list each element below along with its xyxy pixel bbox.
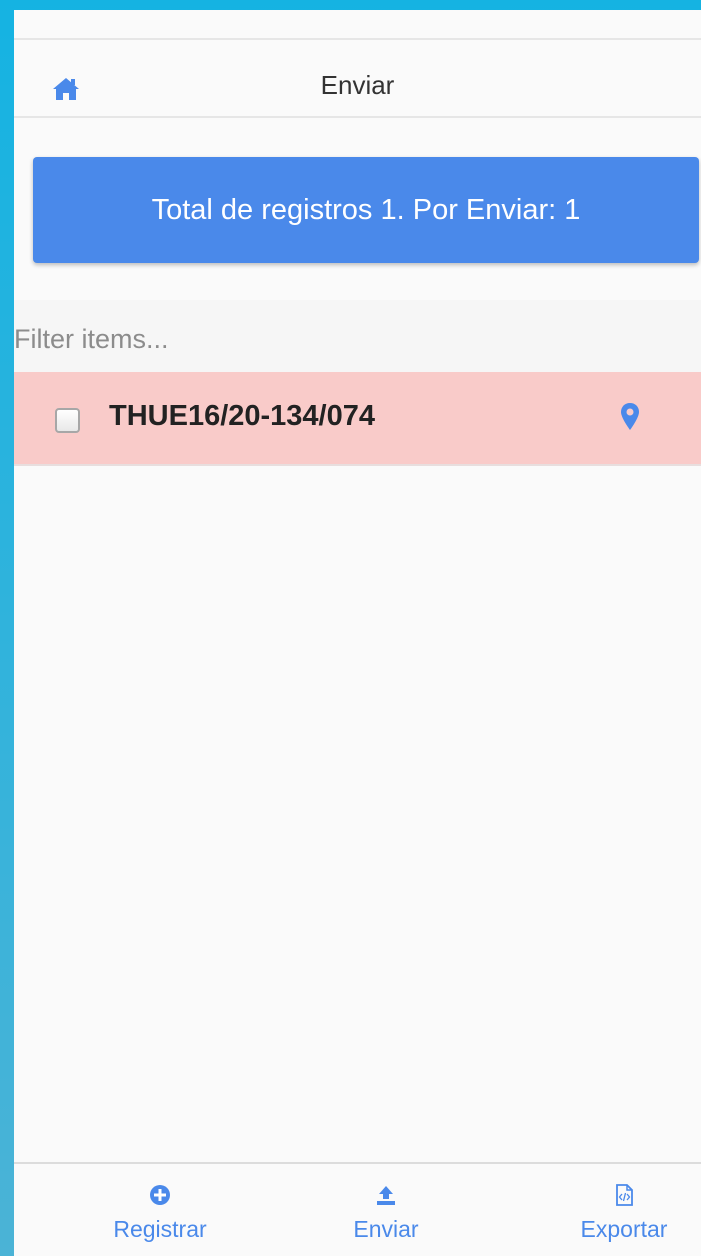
- tab-label: Enviar: [353, 1216, 419, 1242]
- tab-registrar[interactable]: Registrar: [100, 1164, 220, 1256]
- summary-text: Total de registros 1. Por Enviar: 1: [151, 193, 581, 226]
- tab-label: Exportar: [580, 1216, 668, 1242]
- item-label: THUE16/20-134/074: [109, 400, 375, 432]
- app-screen: Enviar Total de registros 1. Por Enviar:…: [14, 10, 701, 1256]
- bottom-tab-bar: Registrar Enviar Exportar: [14, 1162, 701, 1256]
- tab-exportar[interactable]: Exportar: [562, 1164, 686, 1256]
- tab-label: Registrar: [113, 1216, 207, 1242]
- filter-bar: [14, 300, 701, 372]
- item-checkbox[interactable]: [55, 408, 80, 433]
- list-item[interactable]: THUE16/20-134/074: [14, 372, 701, 466]
- file-code-icon: [613, 1184, 635, 1206]
- summary-banner: Total de registros 1. Por Enviar: 1: [33, 157, 699, 263]
- navbar: Enviar: [14, 38, 701, 118]
- tab-enviar[interactable]: Enviar: [326, 1164, 446, 1256]
- device-frame: Enviar Total de registros 1. Por Enviar:…: [0, 0, 701, 1256]
- upload-icon: [375, 1184, 397, 1206]
- map-marker-icon[interactable]: [620, 402, 640, 432]
- plus-circle-icon: [149, 1184, 171, 1206]
- page-title: Enviar: [320, 70, 395, 100]
- filter-input[interactable]: [14, 300, 701, 372]
